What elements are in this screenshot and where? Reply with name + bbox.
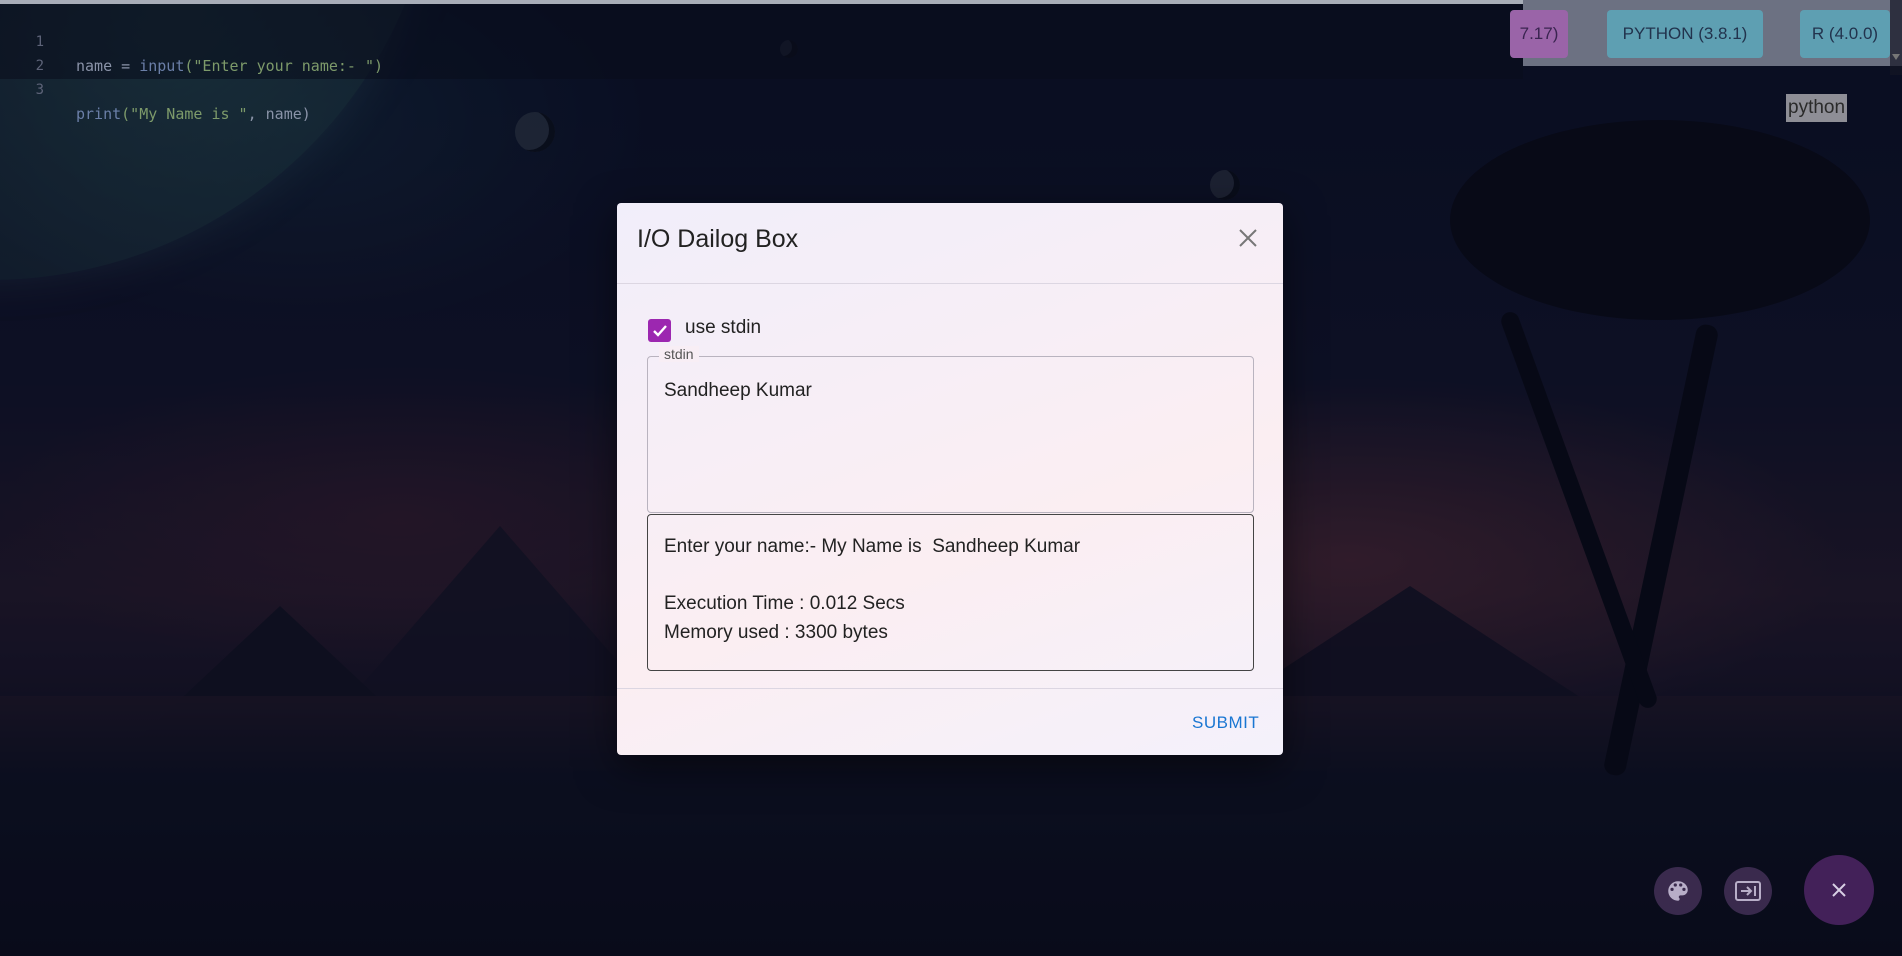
dialog-divider <box>617 283 1283 284</box>
editor-scrollbar[interactable] <box>1890 0 1902 75</box>
line-number: 3 <box>35 82 44 98</box>
language-chip[interactable]: 7.17) <box>1510 10 1568 58</box>
scroll-down-icon[interactable] <box>1892 54 1900 60</box>
palette-icon <box>1668 881 1688 901</box>
language-chip-python[interactable]: PYTHON (3.8.1) <box>1607 10 1763 58</box>
dialog-title: I/O Dailog Box <box>637 225 799 253</box>
io-button[interactable] <box>1724 867 1772 915</box>
stdin-label: stdin <box>659 346 699 362</box>
dialog-divider <box>617 688 1283 689</box>
code-editor[interactable]: 1 name = input("Enter your name:- ") 2 3… <box>0 0 1523 123</box>
code-line: 1 name = input("Enter your name:- ") <box>0 6 384 75</box>
code-text: print("My Name is ", name) <box>76 105 311 123</box>
check-icon <box>653 325 667 337</box>
close-icon <box>1239 229 1257 247</box>
dialog-close-button[interactable] <box>1233 223 1263 253</box>
close-icon <box>1832 883 1846 897</box>
code-line: 2 <box>0 30 44 74</box>
code-line: 3 print("My Name is ", name) <box>0 54 311 123</box>
selected-language-label: python <box>1786 94 1848 122</box>
terminal-icon <box>1735 881 1761 901</box>
code-text: name = input("Enter your name:- ") <box>76 57 384 75</box>
memory-used-text: Memory used : 3300 bytes <box>664 622 888 643</box>
use-stdin-checkbox[interactable] <box>648 319 671 342</box>
stdin-input-value[interactable]: Sandheep Kumar <box>664 380 812 402</box>
language-chip-r[interactable]: R (4.0.0) <box>1800 10 1890 58</box>
io-dialog: I/O Dailog Box use stdin stdin Sandheep … <box>617 203 1283 755</box>
execution-time-text: Execution Time : 0.012 Secs <box>664 593 905 614</box>
theme-button[interactable] <box>1654 867 1702 915</box>
menu-close-button[interactable] <box>1804 855 1874 925</box>
use-stdin-label[interactable]: use stdin <box>685 317 761 339</box>
output-text: Enter your name:- My Name is Sandheep Ku… <box>664 536 1081 557</box>
submit-button[interactable]: SUBMIT <box>1192 713 1259 733</box>
